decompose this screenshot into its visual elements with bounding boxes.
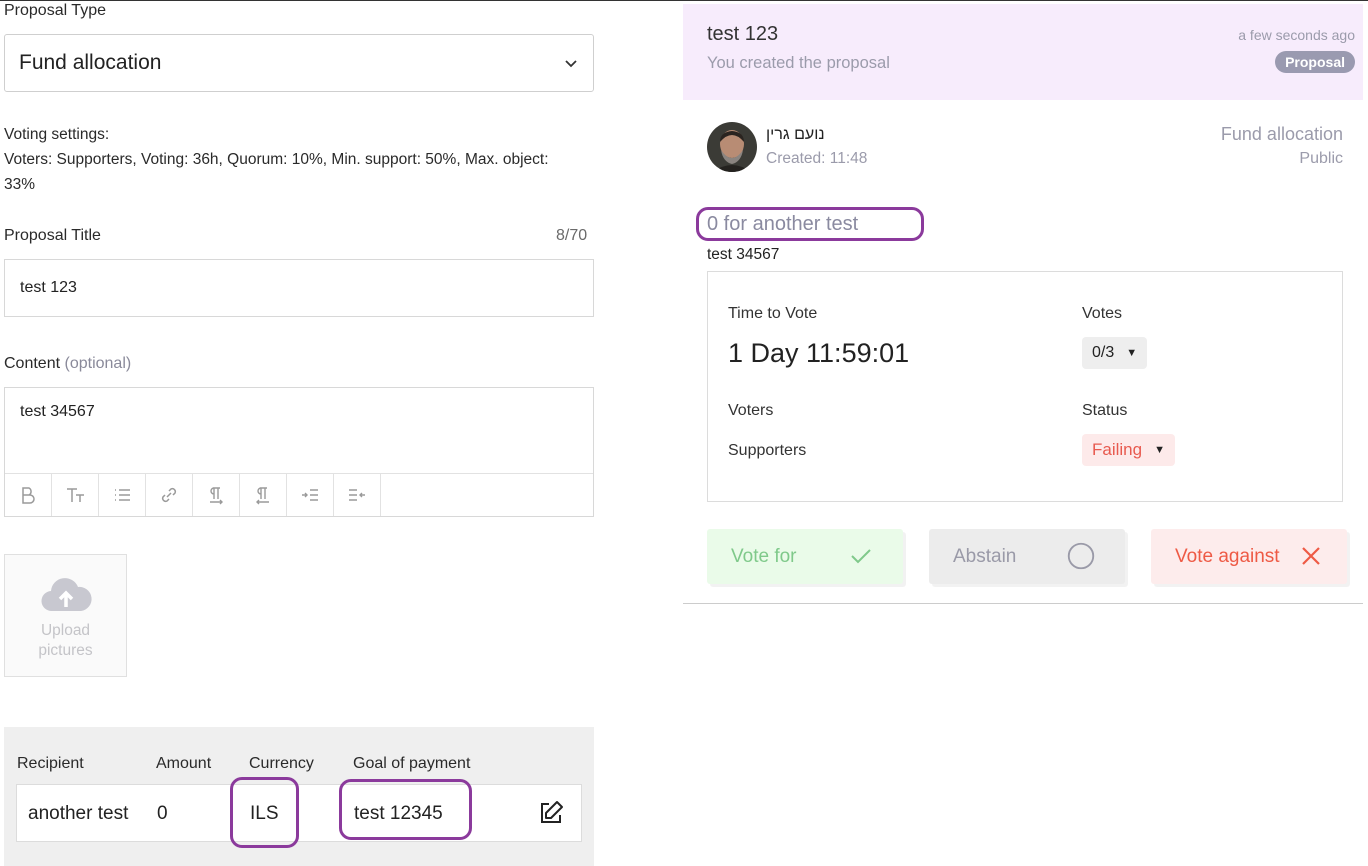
voting-status-card: Time to Vote 1 Day 11:59:01 Votes 0/3 ▼ … [707,271,1343,502]
th-currency: Currency [249,755,314,772]
proposal-header-title: test 123 [707,23,779,45]
close-icon [1302,547,1320,565]
votes-value: 0/3 [1092,344,1115,361]
votes-dropdown[interactable]: 0/3 ▼ [1082,337,1148,369]
vote-against-button[interactable]: Vote against [1151,529,1347,584]
vote-for-label: Vote for [731,545,797,567]
status-dropdown[interactable]: Failing ▼ [1082,434,1175,466]
top-border [0,0,1368,1]
outdent-icon[interactable] [334,474,381,516]
cloud-upload-icon [40,578,92,612]
caret-down-icon: ▼ [1154,444,1165,456]
funding-title: 0 for another test [696,207,924,241]
check-icon [851,549,871,564]
edit-icon[interactable] [537,799,565,827]
caret-down-icon: ▼ [1126,347,1138,359]
proposal-header-subtitle: You created the proposal [707,54,890,72]
chevron-down-icon [565,60,577,68]
cell-recipient: another test [28,803,129,824]
proposal-type-select[interactable]: Fund allocation [4,34,594,92]
votes-label: Votes [1082,305,1123,322]
ltr-icon[interactable] [193,474,240,516]
voters-value: Supporters [728,442,807,459]
created-time: Created: 11:48 [766,150,868,167]
content-optional-text: (optional) [64,355,132,372]
upload-label-line2: pictures [38,642,93,659]
avatar[interactable] [707,122,757,172]
upload-pictures-button[interactable]: Upload pictures [4,554,127,677]
vote-for-button[interactable]: Vote for [707,529,903,584]
voters-label: Voters [728,402,774,419]
voting-settings-text: Voters: Supporters, Voting: 36h, Quorum:… [4,151,549,193]
cell-amount: 0 [157,803,168,824]
upload-label-line1: Upload [40,622,91,639]
preview-divider [683,603,1363,604]
th-goal: Goal of payment [353,755,471,772]
link-icon[interactable] [146,474,193,516]
proposal-type-value: Fund allocation [19,51,162,74]
proposal-title-input[interactable]: test 123 [4,259,594,317]
abstain-button[interactable]: Abstain [929,529,1125,584]
content-editor[interactable]: test 34567 [4,387,594,517]
editor-toolbar [5,473,593,516]
goal-highlight [339,779,472,840]
proposal-type-label: Proposal Type [4,2,106,19]
abstain-label: Abstain [953,545,1017,567]
proposal-title-label: Proposal Title [4,227,101,244]
proposal-badge: Proposal [1275,51,1355,73]
status-value: Failing [1092,440,1143,459]
time-to-vote-label: Time to Vote [728,305,818,322]
bold-icon[interactable] [5,474,52,516]
voting-settings-heading: Voting settings: [4,126,110,143]
visibility-tag: Public [1299,150,1343,167]
time-to-vote-value: 1 Day 11:59:01 [728,338,910,368]
rtl-icon[interactable] [240,474,287,516]
currency-highlight [230,777,299,848]
voting-settings: Voting settings: Voters: Supporters, Vot… [4,122,564,197]
text-size-icon[interactable] [52,474,99,516]
proposal-header: test 123 You created the proposal a few … [683,4,1363,100]
proposal-timestamp: a few seconds ago [1238,27,1355,43]
indent-icon[interactable] [287,474,334,516]
th-recipient: Recipient [17,755,84,772]
title-char-counter: 8/70 [556,227,588,244]
content-label: Content (optional) [4,355,131,373]
vote-against-label: Vote against [1175,545,1280,567]
author-name: נועם גרין [766,126,825,143]
table-row: another test 0 ILS test 12345 [16,784,582,842]
proposal-type-tag: Fund allocation [1220,124,1343,144]
circle-icon [1067,542,1095,570]
upload-label: Upload pictures [38,621,92,661]
status-label: Status [1082,402,1128,419]
content-label-text: Content [4,355,61,372]
proposal-content: test 34567 [707,246,780,263]
content-editor-text: test 34567 [20,403,95,420]
allocation-table: Recipient Amount Currency Goal of paymen… [4,727,594,866]
list-icon[interactable] [99,474,146,516]
th-amount: Amount [156,755,212,772]
